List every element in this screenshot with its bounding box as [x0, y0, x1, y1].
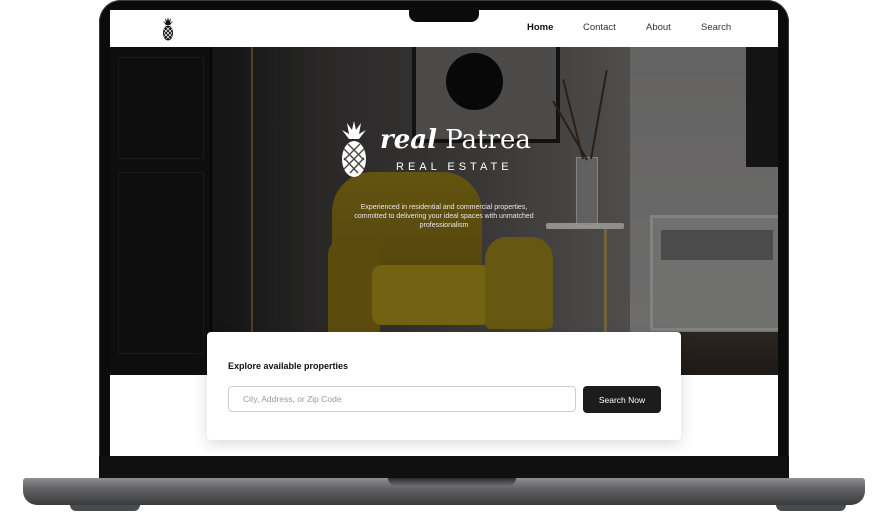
nav-link-about[interactable]: About: [646, 22, 671, 33]
brand-name-italic: real: [380, 125, 437, 155]
search-input[interactable]: [228, 386, 576, 412]
laptop-foot-right: [776, 505, 846, 511]
nav-link-home[interactable]: Home: [527, 22, 553, 33]
laptop-foot-left: [70, 505, 140, 511]
laptop-base-groove: [388, 478, 516, 486]
pineapple-icon[interactable]: [162, 17, 174, 41]
pineapple-icon: [342, 121, 366, 177]
search-card-title: Explore available properties: [228, 361, 349, 371]
camera-notch: [409, 10, 479, 22]
search-card: Explore available properties Search Now: [207, 332, 681, 440]
search-now-button[interactable]: Search Now: [583, 386, 661, 413]
hero-banner: real Patrea REAL ESTATE Experienced in r…: [110, 47, 778, 375]
nav-link-search[interactable]: Search: [701, 22, 731, 33]
nav-link-contact[interactable]: Contact: [583, 22, 616, 33]
laptop-screen: Home Contact About Search real Patrea RE…: [110, 10, 778, 456]
laptop-chin: [99, 456, 789, 478]
brand-name: real Patrea: [380, 125, 531, 155]
brand-lockup: real Patrea REAL ESTATE: [340, 117, 570, 187]
hero-tagline: Experienced in residential and commercia…: [354, 204, 534, 229]
brand-subtitle: REAL ESTATE: [396, 161, 513, 173]
brand-name-rest: Patrea: [445, 125, 531, 155]
